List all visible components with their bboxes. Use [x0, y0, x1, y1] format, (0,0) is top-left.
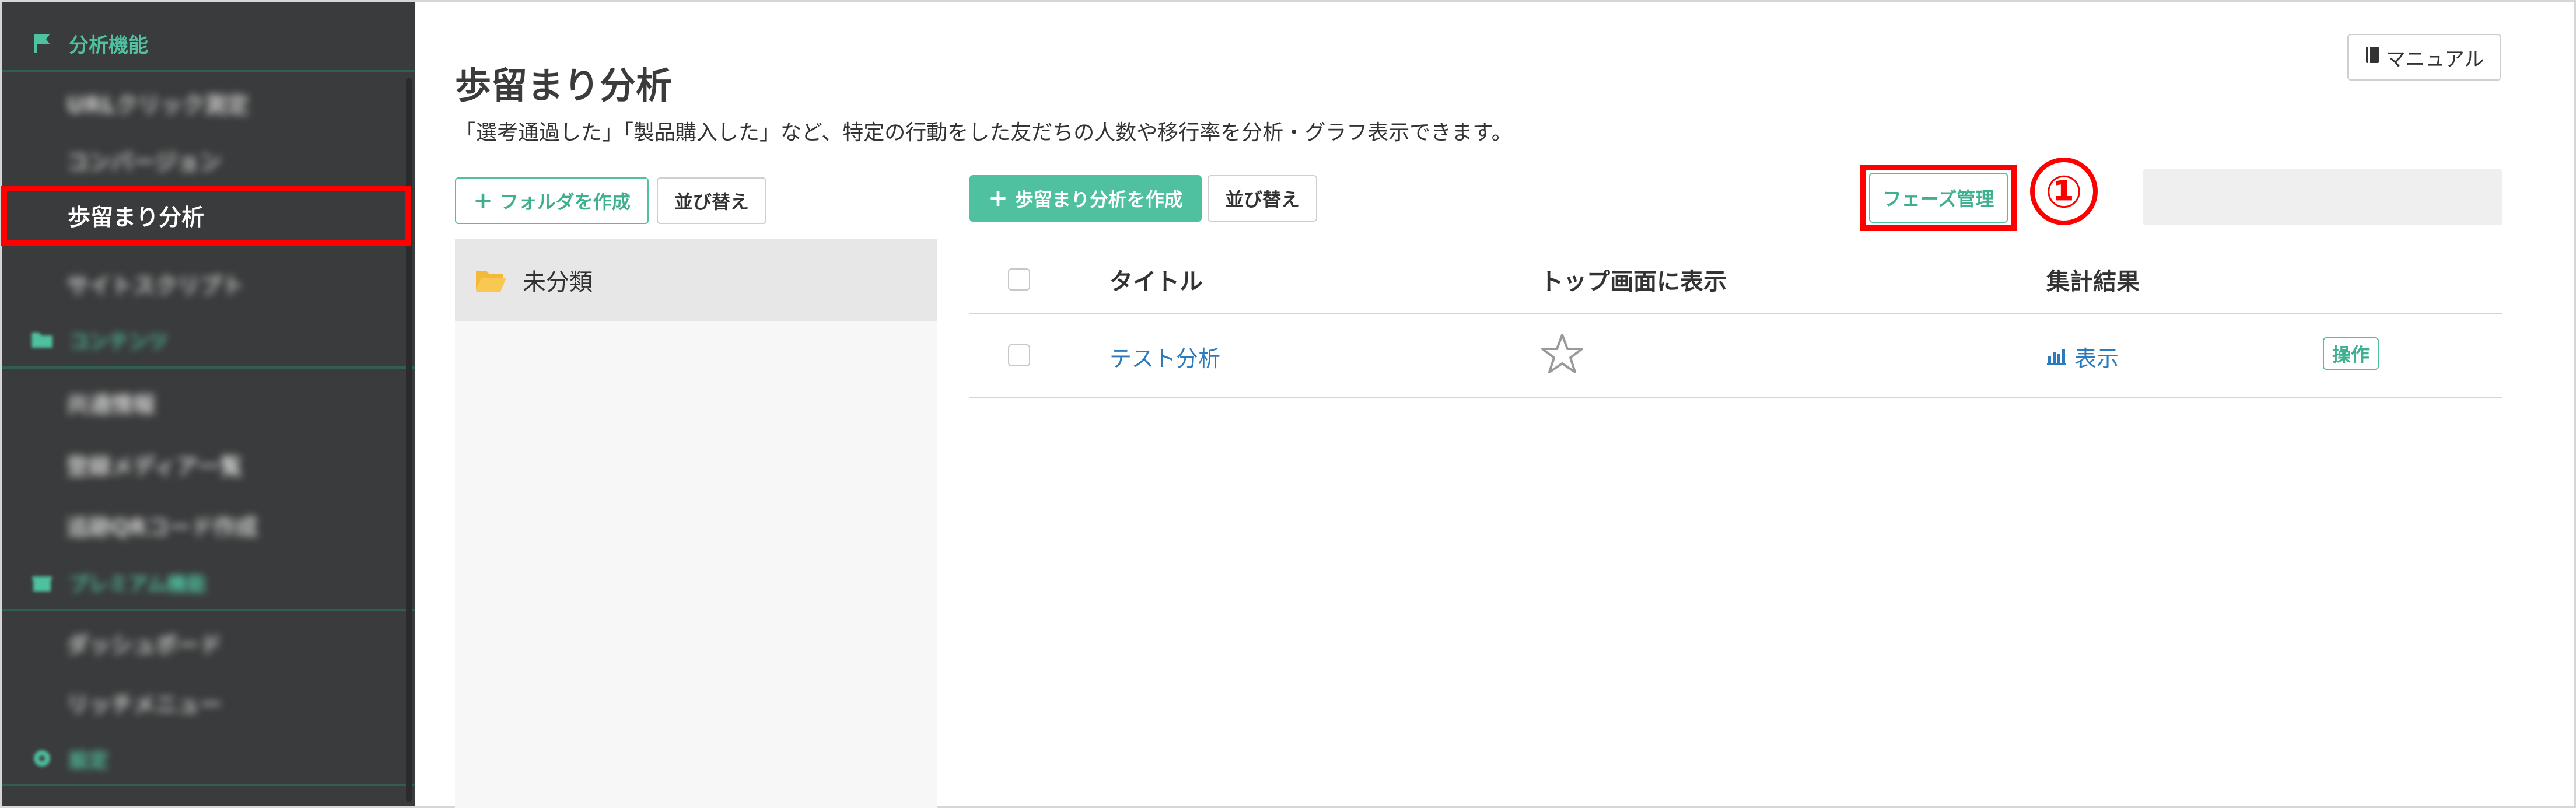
column-show-top: トップ画面に表示 [1540, 268, 1727, 295]
sidebar-item-url-click[interactable]: URLクリック測定 [2, 72, 415, 133]
row-action-button[interactable]: 操作 [2323, 337, 2379, 370]
book-icon [2365, 46, 2380, 69]
gear-icon [29, 746, 55, 771]
plus-icon: + [988, 185, 1008, 212]
divider [2, 609, 415, 611]
sidebar-section-settings[interactable]: 設定 [2, 730, 415, 786]
select-all-checkbox[interactable] [1008, 268, 1030, 291]
view-result-link[interactable]: 表示 [2046, 341, 2119, 373]
column-title: タイトル [1110, 268, 1203, 295]
folder-panel: 未分類 [455, 239, 937, 808]
sidebar-section-content[interactable]: コンテンツ [2, 312, 415, 368]
table-row: テスト分析 表示 操作 [970, 314, 2502, 398]
sidebar-item-dashboard[interactable]: ダッシュボード [2, 613, 415, 673]
row-checkbox[interactable] [1008, 344, 1030, 366]
sidebar-section-label: 分析機能 [69, 33, 148, 57]
table-header: タイトル トップ画面に表示 集計結果 [970, 245, 2502, 314]
page-title: 歩留まり分析 [455, 64, 673, 107]
folder-sort-button[interactable]: 並び替え [657, 177, 766, 224]
sidebar-item-yield-analysis[interactable]: 歩留まり分析 [1, 186, 411, 246]
sidebar-item-common-info[interactable]: 共通情報 [2, 372, 415, 433]
bar-chart-icon [2047, 349, 2066, 365]
folder-item-uncategorized[interactable]: 未分類 [455, 239, 937, 321]
sidebar-item-site-script[interactable]: サイトスクリプト [2, 253, 415, 314]
analysis-sort-button[interactable]: 並び替え [1208, 175, 1317, 222]
annotation-number: ① [2030, 158, 2098, 225]
sidebar-item-media-list[interactable]: 登録メディア一覧 [2, 434, 415, 495]
phase-management-button[interactable]: フェーズ管理 [1869, 173, 2008, 223]
star-icon[interactable] [1540, 333, 1584, 377]
folder-open-icon [476, 271, 506, 292]
folder-label: 未分類 [523, 269, 593, 296]
plus-icon: + [473, 187, 493, 214]
create-folder-button[interactable]: + フォルダを作成 [455, 177, 649, 224]
manual-button[interactable]: マニュアル [2347, 34, 2501, 81]
folder-icon [29, 327, 55, 352]
divider [2, 784, 415, 786]
create-analysis-button[interactable]: + 歩留まり分析を作成 [970, 175, 1202, 222]
sidebar-section-premium[interactable]: プレミアム機能 [2, 554, 415, 610]
row-title-link[interactable]: テスト分析 [1110, 341, 1220, 373]
column-result: 集計結果 [2046, 268, 2140, 295]
search-input[interactable] [2143, 169, 2502, 225]
sidebar: 分析機能 URLクリック測定 コンバージョン サイトスクリプト コンテンツ 共通… [2, 2, 415, 806]
sidebar-item-rich-menu[interactable]: リッチメニュー [2, 672, 415, 733]
flag-icon [29, 30, 55, 56]
gift-icon [29, 569, 55, 595]
sidebar-item-conversion[interactable]: コンバージョン [2, 130, 415, 190]
sidebar-section-analysis[interactable]: 分析機能 [2, 15, 415, 71]
divider [2, 366, 415, 369]
page-description: 「選考通過した」「製品購入した」など、特定の行動をした友だちの人数や移行率を分析… [455, 121, 1513, 145]
sidebar-item-label: 歩留まり分析 [68, 205, 205, 231]
sidebar-item-qr-code[interactable]: 追跡QRコード作成 [2, 495, 415, 555]
